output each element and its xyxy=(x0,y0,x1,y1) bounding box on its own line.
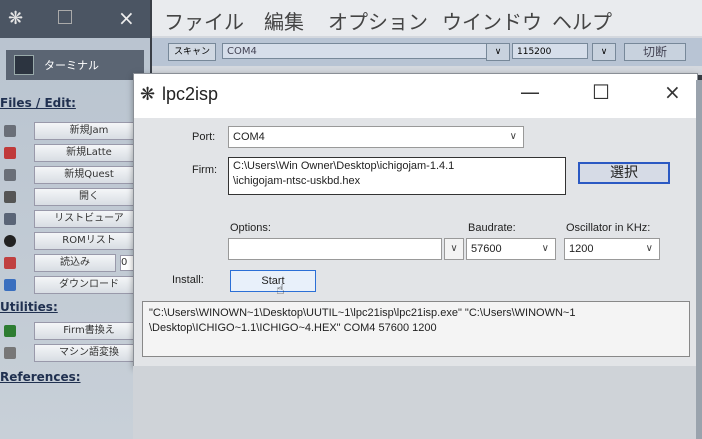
download-button[interactable]: ダウンロード xyxy=(34,276,144,294)
sidebar-item-new-jam[interactable]: 新規Jam xyxy=(4,122,144,140)
baudrate-value: 57600 xyxy=(471,243,502,255)
file-icon xyxy=(4,147,16,159)
sidebar-item-list-viewer[interactable]: リストビューア xyxy=(4,210,144,228)
snowflake-icon: ❋ xyxy=(140,84,156,105)
disconnect-button[interactable]: 切断 xyxy=(624,43,686,61)
maximize-icon[interactable]: ☐ xyxy=(592,80,610,104)
baudrate-label: Baudrate: xyxy=(468,222,516,234)
sidebar-item-open[interactable]: 開く xyxy=(4,188,144,206)
new-quest-button[interactable]: 新規Quest xyxy=(34,166,144,184)
options-field[interactable] xyxy=(228,238,442,260)
lpc2isp-dialog: ❋ lpc2isp — ☐ × Port: COM4 ∨ Firm: C:\Us… xyxy=(133,73,698,367)
left-app-panel: ❋ × ターミナル Files / Edit: 新規Jam 新規Latte 新規… xyxy=(0,0,150,439)
open-button[interactable]: 開く xyxy=(34,188,144,206)
dialog-title: lpc2isp xyxy=(162,84,219,104)
utilities-heading: Utilities: xyxy=(0,300,58,314)
close-icon[interactable]: × xyxy=(664,80,681,104)
chevron-down-icon: ∨ xyxy=(645,243,653,254)
firm-rewrite-button[interactable]: Firm書換え xyxy=(34,322,144,340)
chevron-down-icon: ∨ xyxy=(541,243,549,254)
baud-select[interactable]: 115200 xyxy=(512,43,588,59)
list-icon xyxy=(4,213,16,225)
machine-code-button[interactable]: マシン語変換 xyxy=(34,344,144,362)
menu-file[interactable]: ファイル xyxy=(164,6,244,35)
files-edit-heading: Files / Edit: xyxy=(0,96,76,110)
references-heading: References: xyxy=(0,370,81,384)
sidebar-item-load[interactable]: 読込み 0 xyxy=(4,254,144,272)
port-select[interactable]: COM4 xyxy=(222,43,504,59)
sidebar-item-machine-code[interactable]: マシン語変換 xyxy=(4,344,144,362)
background-scrollbar xyxy=(696,80,702,439)
left-app-titlebar: ❋ × xyxy=(0,0,150,38)
minimize-icon[interactable]: — xyxy=(520,80,540,104)
terminal-icon xyxy=(14,55,34,75)
toolbar: スキャン COM4 ∨ 115200 ∨ 切断 xyxy=(152,38,702,66)
command-output: "C:\Users\WINOWN~1\Desktop\UUTIL~1\lpc21… xyxy=(142,301,690,357)
download-icon xyxy=(4,279,16,291)
chevron-down-icon[interactable]: ∨ xyxy=(444,238,464,260)
menu-window[interactable]: ウインドウ xyxy=(442,6,542,35)
select-file-button[interactable]: 選択 xyxy=(578,162,670,184)
terminal-button[interactable]: ターミナル xyxy=(6,50,144,80)
port-select[interactable]: COM4 ∨ xyxy=(228,126,524,148)
chevron-down-icon: ∨ xyxy=(509,131,517,142)
list-viewer-button[interactable]: リストビューア xyxy=(34,210,144,228)
firm-path-field[interactable]: C:\Users\Win Owner\Desktop\ichigojam-1.4… xyxy=(228,157,566,195)
folder-icon xyxy=(4,191,16,203)
firmware-icon xyxy=(4,325,16,337)
convert-icon xyxy=(4,347,16,359)
scan-button[interactable]: スキャン xyxy=(168,43,216,61)
close-icon[interactable]: × xyxy=(118,6,135,30)
sidebar-item-firm-rewrite[interactable]: Firm書換え xyxy=(4,322,144,340)
sidebar-item-download[interactable]: ダウンロード xyxy=(4,276,144,294)
start-button[interactable]: Start xyxy=(230,270,316,292)
load-icon xyxy=(4,257,16,269)
new-jam-button[interactable]: 新規Jam xyxy=(34,122,144,140)
baudrate-select[interactable]: 57600 ∨ xyxy=(466,238,556,260)
load-button[interactable]: 読込み xyxy=(34,254,116,272)
dialog-titlebar: ❋ lpc2isp — ☐ × xyxy=(134,74,697,118)
firm-path-line1: C:\Users\Win Owner\Desktop\ichigojam-1.4… xyxy=(233,160,455,172)
sidebar-item-new-quest[interactable]: 新規Quest xyxy=(4,166,144,184)
chevron-down-icon[interactable]: ∨ xyxy=(592,43,616,61)
cursor-hand-icon: ☝ xyxy=(276,282,285,298)
menu-options[interactable]: オプション xyxy=(328,6,428,35)
port-label: Port: xyxy=(192,131,216,143)
snowflake-icon: ❋ xyxy=(8,8,24,29)
menu-help[interactable]: ヘルプ xyxy=(552,6,612,35)
oscillator-select[interactable]: 1200 ∨ xyxy=(564,238,660,260)
port-value: COM4 xyxy=(233,131,265,143)
install-label: Install: xyxy=(172,274,204,286)
command-line1: "C:\Users\WINOWN~1\Desktop\UUTIL~1\lpc21… xyxy=(149,307,576,319)
oscillator-value: 1200 xyxy=(569,243,594,255)
oscillator-label: Oscillator in KHz: xyxy=(566,222,651,234)
new-latte-button[interactable]: 新規Latte xyxy=(34,144,144,162)
firm-path-line2: \ichigojam-ntsc-uskbd.hex xyxy=(233,175,361,187)
terminal-label: ターミナル xyxy=(44,59,99,72)
rom-list-button[interactable]: ROMリスト xyxy=(34,232,144,250)
chip-icon xyxy=(4,235,16,247)
sidebar-item-new-latte[interactable]: 新規Latte xyxy=(4,144,144,162)
menu-edit[interactable]: 編集 xyxy=(264,6,304,35)
ichigojam-app-window: ファイル 編集 オプション ウインドウ ヘルプ スキャン COM4 ∨ 1152… xyxy=(152,0,702,75)
sidebar-item-rom-list[interactable]: ROMリスト xyxy=(4,232,144,250)
background-window-area xyxy=(133,366,702,439)
file-icon xyxy=(4,125,16,137)
command-line2: \Desktop\ICHIGO~1.1\ICHIGO~4.HEX" COM4 5… xyxy=(149,322,437,334)
firm-label: Firm: xyxy=(192,164,218,176)
menubar: ファイル 編集 オプション ウインドウ ヘルプ xyxy=(152,0,702,36)
chevron-down-icon[interactable]: ∨ xyxy=(486,43,510,61)
maximize-icon[interactable] xyxy=(58,10,72,24)
options-label: Options: xyxy=(230,222,271,234)
file-icon xyxy=(4,169,16,181)
